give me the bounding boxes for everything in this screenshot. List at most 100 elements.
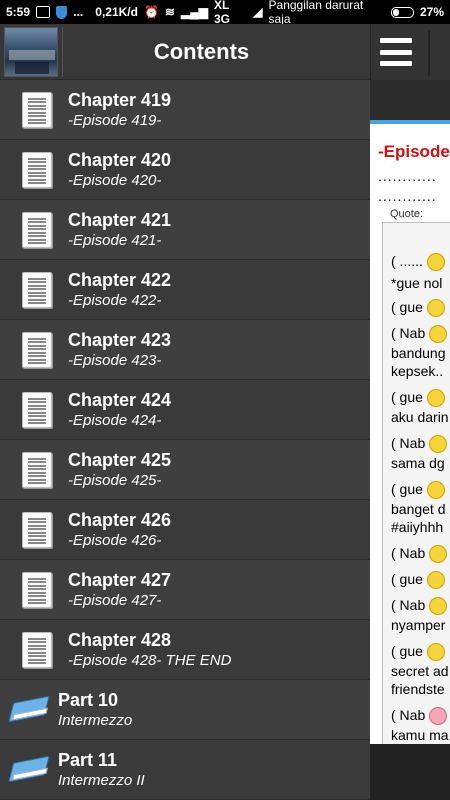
drawer-header: Contents bbox=[0, 24, 370, 80]
status-more: ... bbox=[73, 5, 84, 19]
episode-title: -Episode bbox=[378, 142, 450, 161]
chapter-subtitle: -Episode 420- bbox=[68, 171, 162, 189]
chapter-subtitle: -Episode 423- bbox=[68, 351, 162, 369]
quote-line: kamu ma bbox=[391, 727, 449, 743]
chapter-title: Part 11 bbox=[58, 749, 118, 770]
chapter-list: Chapter 419 -Episode 419- Chapter 420 -Epis… bbox=[0, 80, 370, 800]
chapter-title: Chapter 424 bbox=[68, 389, 172, 410]
contents-drawer: Contents Chapter 419 -Episode 419- Chapter… bbox=[0, 24, 370, 800]
document-icon bbox=[22, 451, 52, 488]
chapter-list-item[interactable]: Part 11 Intermezzo II bbox=[0, 740, 370, 800]
quote-line: ( Nab bbox=[391, 707, 448, 726]
smiley-icon bbox=[429, 707, 448, 726]
quote-line: *gue nol bbox=[391, 275, 443, 291]
document-icon bbox=[22, 511, 52, 548]
document-icon bbox=[22, 571, 52, 608]
chapter-title: Chapter 425 bbox=[68, 449, 172, 470]
smiley-icon bbox=[426, 389, 445, 408]
quote-line: aku darin bbox=[391, 409, 449, 425]
chapter-list-item[interactable]: Chapter 428 -Episode 428- THE END bbox=[0, 620, 370, 680]
quote-line: ( Nab bbox=[391, 325, 448, 344]
chapter-title: Chapter 420 bbox=[68, 149, 172, 170]
chapter-title: Chapter 423 bbox=[68, 329, 172, 350]
chapter-title: Chapter 427 bbox=[68, 569, 172, 590]
chapter-subtitle: -Episode 419- bbox=[68, 111, 162, 129]
status-time: 5:59 bbox=[6, 5, 31, 19]
chapter-list-item[interactable]: Chapter 423 -Episode 423- bbox=[0, 320, 370, 380]
chapter-title: Chapter 422 bbox=[68, 269, 172, 290]
dots-line: ............ bbox=[378, 188, 437, 204]
chapter-subtitle: -Episode 424- bbox=[68, 411, 162, 429]
document-icon bbox=[22, 211, 52, 248]
chapter-list-item[interactable]: Chapter 421 -Episode 421- bbox=[0, 200, 370, 260]
quote-line: ( Nab bbox=[391, 545, 448, 564]
quote-line: sama dg bbox=[391, 455, 445, 471]
quote-line: banget d bbox=[391, 501, 446, 517]
quote-line: nyamper bbox=[391, 617, 446, 633]
quote-label: Quote: bbox=[390, 208, 424, 220]
reader-bottom bbox=[370, 744, 450, 800]
quote-line: ( gue bbox=[391, 571, 445, 590]
book-icon bbox=[8, 755, 50, 785]
status-emergency: Panggilan darurat saja bbox=[268, 0, 364, 26]
shield-icon bbox=[55, 5, 68, 19]
chapter-list-item[interactable]: Chapter 425 -Episode 425- bbox=[0, 440, 370, 500]
chapter-title: Chapter 419 bbox=[68, 89, 172, 110]
chapter-list-item[interactable]: Chapter 419 -Episode 419- bbox=[0, 80, 370, 140]
status-carrier: XL 3G bbox=[213, 0, 230, 26]
chapter-subtitle: -Episode 428- THE END bbox=[68, 651, 232, 669]
chapter-subtitle: Intermezzo bbox=[58, 711, 133, 729]
signal-icon: ▂▄▆ bbox=[180, 5, 208, 19]
smiley-icon bbox=[429, 597, 448, 616]
chapter-subtitle: -Episode 426- bbox=[68, 531, 162, 549]
chapter-list-item[interactable]: Chapter 427 -Episode 427- bbox=[0, 560, 370, 620]
quote-line: friendste bbox=[391, 681, 445, 697]
no-sim-icon: ◢ bbox=[253, 5, 263, 19]
smiley-icon bbox=[426, 299, 445, 318]
chapter-title: Chapter 428 bbox=[68, 629, 172, 650]
chapter-list-item[interactable]: Chapter 422 -Episode 422- bbox=[0, 260, 370, 320]
drawer-title: Contents bbox=[153, 38, 250, 64]
chapter-title: Chapter 421 bbox=[68, 209, 172, 230]
smiley-icon bbox=[426, 643, 445, 662]
toolbar-divider bbox=[428, 30, 430, 76]
status-bar: 5:59 ... 0,21K/d ⏰ ≋ ▂▄▆ XL 3G ◢ Panggil… bbox=[0, 0, 450, 26]
chapter-list-item[interactable]: Chapter 426 -Episode 426- bbox=[0, 500, 370, 560]
document-icon bbox=[22, 631, 52, 668]
smiley-icon bbox=[429, 435, 448, 454]
chapter-subtitle: Intermezzo II bbox=[58, 771, 145, 789]
quote-line: ( gue bbox=[391, 643, 445, 662]
chapter-subtitle: -Episode 422- bbox=[68, 291, 162, 309]
quote-line: bandung bbox=[391, 345, 446, 361]
menu-icon[interactable] bbox=[380, 38, 412, 66]
reader-page: -Episode ............ ............ Quote… bbox=[370, 120, 450, 744]
chapter-subtitle: -Episode 427- bbox=[68, 591, 162, 609]
smiley-icon bbox=[429, 545, 448, 564]
quote-line: ( Nab bbox=[391, 597, 448, 616]
chapter-title: Part 10 bbox=[58, 689, 119, 710]
quote-line: ( gue bbox=[391, 481, 445, 500]
document-icon bbox=[22, 271, 52, 308]
smiley-icon bbox=[426, 481, 445, 500]
quote-line: ( Nab bbox=[391, 435, 448, 454]
chapter-title: Chapter 426 bbox=[68, 509, 172, 530]
chapter-subtitle: -Episode 421- bbox=[68, 231, 162, 249]
quote-line: ( ...... bbox=[391, 253, 445, 272]
quote-line: ( gue bbox=[391, 299, 445, 318]
quote-line: ( gue bbox=[391, 389, 445, 408]
chapter-list-item[interactable]: Chapter 420 -Episode 420- bbox=[0, 140, 370, 200]
battery-icon bbox=[390, 6, 414, 18]
document-icon bbox=[22, 331, 52, 368]
status-battery: 27% bbox=[419, 5, 444, 19]
chapter-subtitle: -Episode 425- bbox=[68, 471, 162, 489]
chapter-list-item[interactable]: Chapter 424 -Episode 424- bbox=[0, 380, 370, 440]
reader-subbar bbox=[370, 80, 450, 120]
smiley-icon bbox=[426, 571, 445, 590]
quote-line: #aiiyhhh bbox=[391, 519, 444, 535]
dots-line: ............ bbox=[378, 168, 437, 184]
wifi-icon: ≋ bbox=[164, 5, 175, 19]
chapter-list-item[interactable]: Part 10 Intermezzo bbox=[0, 680, 370, 740]
alarm-icon: ⏰ bbox=[143, 5, 159, 19]
smiley-icon bbox=[426, 253, 445, 272]
document-icon bbox=[22, 91, 52, 128]
